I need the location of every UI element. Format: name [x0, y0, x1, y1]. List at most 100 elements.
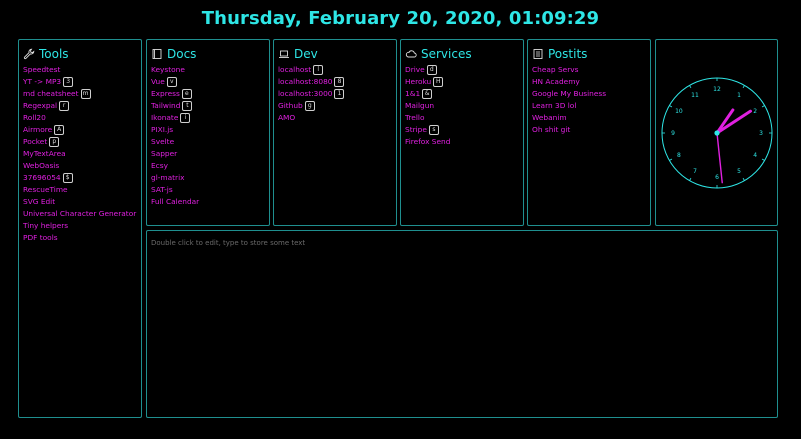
link-item[interactable]: Tailwind t: [151, 100, 269, 112]
link-item[interactable]: md cheatsheet m: [23, 88, 141, 100]
link-item[interactable]: localhost l: [278, 64, 396, 76]
link-item[interactable]: Sapper: [151, 148, 269, 160]
notes-textarea[interactable]: Double click to edit, type to store some…: [146, 230, 778, 418]
link-label[interactable]: Universal Character Generator: [23, 208, 136, 220]
link-item[interactable]: Oh shit git: [532, 124, 650, 136]
link-label[interactable]: HN Academy: [532, 76, 580, 88]
tools-panel-title: Tools: [39, 47, 69, 61]
dev-panel-title: Dev: [294, 47, 318, 61]
clock-number: 2: [753, 108, 757, 115]
link-item[interactable]: Airmore A: [23, 124, 141, 136]
link-label[interactable]: Webanim: [532, 112, 567, 124]
link-label[interactable]: Trello: [405, 112, 424, 124]
link-item[interactable]: Google My Business: [532, 88, 650, 100]
link-label[interactable]: gl-matrix: [151, 172, 185, 184]
link-item[interactable]: Speedtest: [23, 64, 141, 76]
link-label[interactable]: Oh shit git: [532, 124, 570, 136]
link-item[interactable]: localhost:8080 8: [278, 76, 396, 88]
link-item[interactable]: Ikonate i: [151, 112, 269, 124]
link-item[interactable]: Express e: [151, 88, 269, 100]
link-item[interactable]: localhost:3000 1: [278, 88, 396, 100]
link-item[interactable]: Firefox Send: [405, 136, 523, 148]
link-item[interactable]: PDF tools: [23, 232, 141, 244]
dev-link-list: localhost l localhost:8080 8 localhost:3000 1…: [278, 64, 396, 124]
link-item[interactable]: RescueTime: [23, 184, 141, 196]
link-label[interactable]: Drive: [405, 64, 425, 76]
link-item[interactable]: SAT-js: [151, 184, 269, 196]
link-item[interactable]: MyTextArea: [23, 148, 141, 160]
link-item[interactable]: Cheap Servs: [532, 64, 650, 76]
shortcut-key-badge: r: [59, 101, 70, 111]
link-item[interactable]: Mailgun: [405, 100, 523, 112]
link-label[interactable]: RescueTime: [23, 184, 68, 196]
link-item[interactable]: AMO: [278, 112, 396, 124]
link-label[interactable]: md cheatsheet: [23, 88, 79, 100]
link-label[interactable]: Stripe: [405, 124, 427, 136]
clock-tick: [761, 158, 765, 161]
link-item[interactable]: Webanim: [532, 112, 650, 124]
link-item[interactable]: Github g: [278, 100, 396, 112]
link-item[interactable]: 37696054 $: [23, 172, 141, 184]
link-label[interactable]: Ikonate: [151, 112, 178, 124]
link-label[interactable]: Tiny helpers: [23, 220, 68, 232]
link-label[interactable]: localhost:8080: [278, 76, 332, 88]
link-label[interactable]: Regexpal: [23, 100, 57, 112]
link-item[interactable]: Learn 3D lol: [532, 100, 650, 112]
link-item[interactable]: gl-matrix: [151, 172, 269, 184]
link-label[interactable]: MyTextArea: [23, 148, 66, 160]
link-label[interactable]: 1&1: [405, 88, 420, 100]
link-label[interactable]: Learn 3D lol: [532, 100, 576, 112]
link-label[interactable]: Vue: [151, 76, 165, 88]
link-label[interactable]: Mailgun: [405, 100, 434, 112]
link-item[interactable]: SVG Edit: [23, 196, 141, 208]
link-label[interactable]: Sapper: [151, 148, 177, 160]
tools-link-list: Speedtest YT -> MP3 3 md cheatsheet m Regexpa…: [23, 64, 141, 244]
link-label[interactable]: AMO: [278, 112, 295, 124]
link-label[interactable]: Svelte: [151, 136, 174, 148]
link-item[interactable]: Roll20: [23, 112, 141, 124]
link-label[interactable]: SAT-js: [151, 184, 173, 196]
link-item[interactable]: Universal Character Generator: [23, 208, 141, 220]
link-item[interactable]: 1&1 &: [405, 88, 523, 100]
link-item[interactable]: Stripe s: [405, 124, 523, 136]
link-label[interactable]: WebOasis: [23, 160, 59, 172]
link-item[interactable]: WebOasis: [23, 160, 141, 172]
link-label[interactable]: Ecsy: [151, 160, 168, 172]
shortcut-key-badge: i: [180, 113, 191, 123]
link-item[interactable]: Svelte: [151, 136, 269, 148]
link-label[interactable]: Cheap Servs: [532, 64, 578, 76]
link-item[interactable]: Regexpal r: [23, 100, 141, 112]
link-label[interactable]: SVG Edit: [23, 196, 55, 208]
link-label[interactable]: YT -> MP3: [23, 76, 61, 88]
link-label[interactable]: Tailwind: [151, 100, 180, 112]
link-item[interactable]: HN Academy: [532, 76, 650, 88]
link-label[interactable]: Full Calendar: [151, 196, 199, 208]
link-item[interactable]: Vue v: [151, 76, 269, 88]
link-item[interactable]: Heroku H: [405, 76, 523, 88]
link-label[interactable]: Keystone: [151, 64, 185, 76]
link-item[interactable]: Full Calendar: [151, 196, 269, 208]
link-item[interactable]: Pocket p: [23, 136, 141, 148]
link-label[interactable]: Firefox Send: [405, 136, 450, 148]
link-label[interactable]: Airmore: [23, 124, 52, 136]
link-label[interactable]: localhost: [278, 64, 311, 76]
link-label[interactable]: Google My Business: [532, 88, 606, 100]
cloud-icon: [405, 48, 417, 60]
link-label[interactable]: Express: [151, 88, 180, 100]
link-item[interactable]: Trello: [405, 112, 523, 124]
link-item[interactable]: Drive d: [405, 64, 523, 76]
link-label[interactable]: Heroku: [405, 76, 431, 88]
link-item[interactable]: Tiny helpers: [23, 220, 141, 232]
link-label[interactable]: Pocket: [23, 136, 47, 148]
link-label[interactable]: PDF tools: [23, 232, 58, 244]
link-label[interactable]: localhost:3000: [278, 88, 332, 100]
link-item[interactable]: PIXI.js: [151, 124, 269, 136]
link-label[interactable]: PIXI.js: [151, 124, 173, 136]
link-item[interactable]: Keystone: [151, 64, 269, 76]
link-item[interactable]: YT -> MP3 3: [23, 76, 141, 88]
link-label[interactable]: 37696054: [23, 172, 61, 184]
link-label[interactable]: Roll20: [23, 112, 46, 124]
link-item[interactable]: Ecsy: [151, 160, 269, 172]
link-label[interactable]: Github: [278, 100, 303, 112]
link-label[interactable]: Speedtest: [23, 64, 60, 76]
